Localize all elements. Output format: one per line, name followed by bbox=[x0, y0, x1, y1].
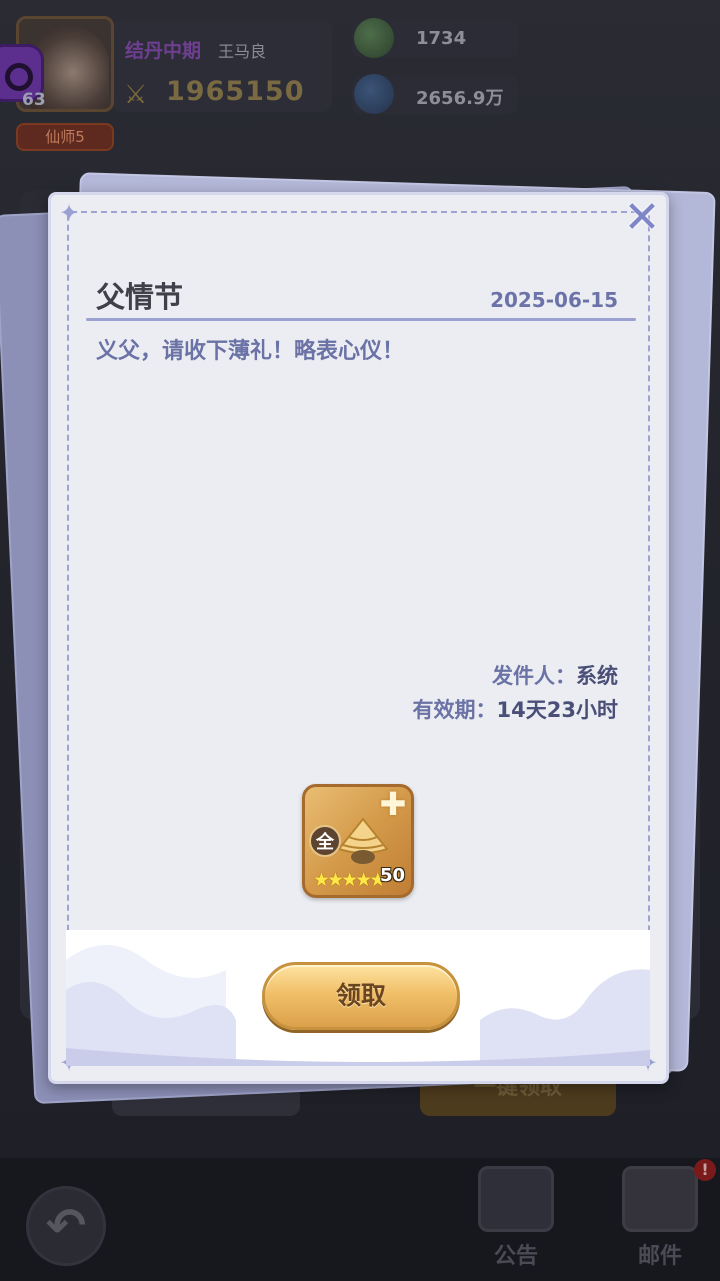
claim-button[interactable]: 领取 bbox=[262, 962, 460, 1030]
reward-type-badge: 全 bbox=[309, 825, 341, 857]
star-icon: ★ bbox=[327, 869, 344, 891]
mail-body-text: 义父，请收下薄礼！略表心仪！ bbox=[96, 339, 405, 364]
star-icon: ★ bbox=[341, 869, 358, 891]
sender-label: 发件人： bbox=[492, 664, 576, 688]
star-icon: ★ bbox=[313, 869, 330, 891]
title-divider bbox=[86, 318, 636, 321]
star-icon: ★ bbox=[355, 869, 372, 891]
reward-item[interactable]: 全 ✚ ★★★★★ 50 bbox=[302, 784, 414, 898]
mail-sender: 发件人：系统 bbox=[492, 660, 618, 690]
fragment-plus-icon: ✚ bbox=[379, 785, 407, 823]
expiry-label: 有效期： bbox=[412, 698, 497, 722]
reward-stars: ★★★★★ bbox=[313, 869, 386, 891]
mail-expiry: 有效期：14天23小时 bbox=[413, 694, 618, 724]
expiry-value: 14天23小时 bbox=[496, 698, 618, 722]
reward-count: 50 bbox=[379, 865, 405, 886]
corner-star-icon: ✦ bbox=[58, 199, 80, 227]
mail-date: 2025-06-15 bbox=[490, 288, 618, 312]
sender-value: 系统 bbox=[576, 664, 618, 688]
close-icon[interactable]: ✕ bbox=[618, 196, 666, 244]
mail-title: 父情节 bbox=[96, 280, 184, 314]
